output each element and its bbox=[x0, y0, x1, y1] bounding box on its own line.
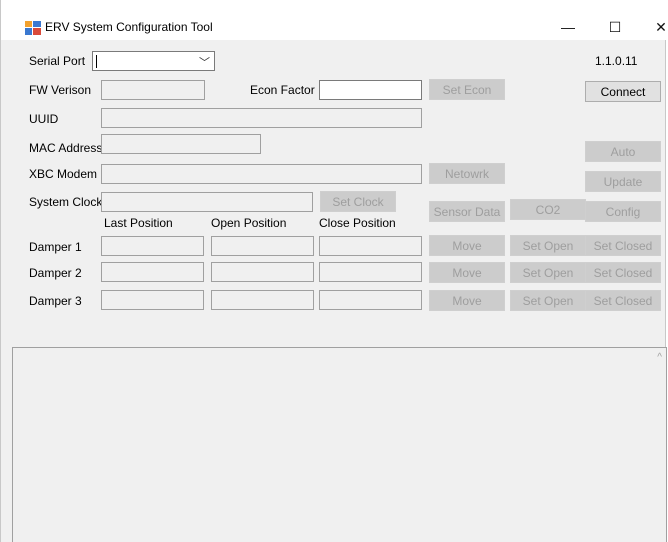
co2-button[interactable]: CO2 bbox=[510, 199, 586, 220]
damper-3-set-open-button[interactable]: Set Open bbox=[510, 290, 586, 311]
damper-1-set-closed-button[interactable]: Set Closed bbox=[585, 235, 661, 256]
serial-port-select[interactable]: ﹀ bbox=[92, 51, 215, 71]
damper-3-close-position-field[interactable] bbox=[319, 290, 422, 310]
damper-3-move-button[interactable]: Move bbox=[429, 290, 505, 311]
system-clock-field[interactable] bbox=[101, 192, 313, 212]
mac-address-field[interactable] bbox=[101, 134, 261, 154]
damper-2-last-position-field[interactable] bbox=[101, 262, 204, 282]
auto-button[interactable]: Auto bbox=[585, 141, 661, 162]
connect-button[interactable]: Connect bbox=[585, 81, 661, 102]
xbc-modem-label: XBC Modem bbox=[29, 167, 98, 181]
uuid-label: UUID bbox=[29, 112, 59, 126]
fw-version-field[interactable] bbox=[101, 80, 205, 100]
last-position-header: Last Position bbox=[104, 216, 173, 230]
xbc-modem-field[interactable] bbox=[101, 164, 422, 184]
damper-3-label: Damper 3 bbox=[29, 294, 82, 308]
damper-2-move-button[interactable]: Move bbox=[429, 262, 505, 283]
damper-1-close-position-field[interactable] bbox=[319, 236, 422, 256]
fw-version-label: FW Verison bbox=[29, 83, 92, 97]
damper-2-open-position-field[interactable] bbox=[211, 262, 314, 282]
econ-factor-label: Econ Factor bbox=[250, 83, 315, 97]
chevron-down-icon[interactable]: ﹀ bbox=[199, 54, 210, 70]
close-position-header: Close Position bbox=[319, 216, 396, 230]
damper-3-set-closed-button[interactable]: Set Closed bbox=[585, 290, 661, 311]
damper-2-set-closed-button[interactable]: Set Closed bbox=[585, 262, 661, 283]
update-button[interactable]: Update bbox=[585, 171, 661, 192]
sensor-data-button[interactable]: Sensor Data bbox=[429, 201, 505, 222]
app-icon bbox=[25, 21, 41, 35]
damper-1-label: Damper 1 bbox=[29, 240, 82, 254]
window-title: ERV System Configuration Tool bbox=[45, 20, 213, 34]
econ-factor-field[interactable] bbox=[319, 80, 422, 100]
log-output-textarea[interactable]: ^ bbox=[12, 347, 667, 542]
network-button[interactable]: Netowrk bbox=[429, 163, 505, 184]
damper-1-move-button[interactable]: Move bbox=[429, 235, 505, 256]
scroll-up-icon[interactable]: ^ bbox=[657, 352, 662, 363]
damper-3-last-position-field[interactable] bbox=[101, 290, 204, 310]
text-caret bbox=[96, 55, 97, 68]
damper-1-open-position-field[interactable] bbox=[211, 236, 314, 256]
damper-2-label: Damper 2 bbox=[29, 266, 82, 280]
set-econ-button[interactable]: Set Econ bbox=[429, 79, 505, 100]
serial-port-label: Serial Port bbox=[29, 54, 86, 68]
version-label: 1.1.0.11 bbox=[595, 54, 638, 68]
damper-2-close-position-field[interactable] bbox=[319, 262, 422, 282]
mac-address-label: MAC Address bbox=[29, 141, 103, 155]
minimize-icon[interactable]: — bbox=[545, 14, 591, 40]
set-clock-button[interactable]: Set Clock bbox=[320, 191, 396, 212]
close-icon[interactable]: ✕ bbox=[638, 14, 668, 40]
main-window: ERV System Configuration Tool — ☐ ✕ Seri… bbox=[0, 0, 668, 542]
uuid-field[interactable] bbox=[101, 108, 422, 128]
damper-1-set-open-button[interactable]: Set Open bbox=[510, 235, 586, 256]
damper-1-last-position-field[interactable] bbox=[101, 236, 204, 256]
title-bar: ERV System Configuration Tool — ☐ ✕ bbox=[1, 0, 668, 40]
open-position-header: Open Position bbox=[211, 216, 287, 230]
damper-2-set-open-button[interactable]: Set Open bbox=[510, 262, 586, 283]
system-clock-label: System Clock bbox=[29, 195, 103, 209]
config-button[interactable]: Config bbox=[585, 201, 661, 222]
damper-3-open-position-field[interactable] bbox=[211, 290, 314, 310]
maximize-icon[interactable]: ☐ bbox=[592, 14, 638, 40]
